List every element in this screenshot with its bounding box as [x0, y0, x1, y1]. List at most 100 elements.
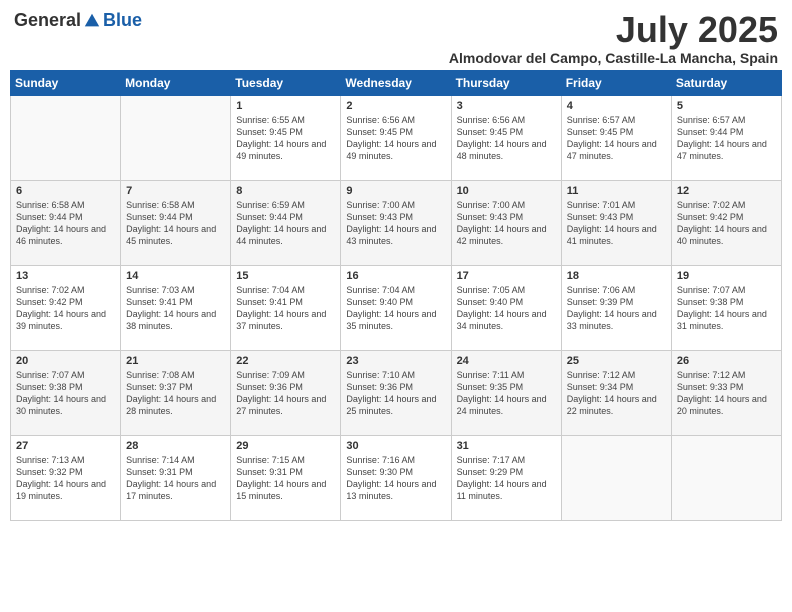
logo-general: General — [14, 10, 81, 31]
day-info: Sunrise: 7:16 AM Sunset: 9:30 PM Dayligh… — [346, 454, 445, 503]
calendar-cell — [121, 95, 231, 180]
logo-icon — [83, 12, 101, 30]
calendar-cell: 17Sunrise: 7:05 AM Sunset: 9:40 PM Dayli… — [451, 265, 561, 350]
calendar-cell: 16Sunrise: 7:04 AM Sunset: 9:40 PM Dayli… — [341, 265, 451, 350]
day-info: Sunrise: 7:12 AM Sunset: 9:33 PM Dayligh… — [677, 369, 776, 418]
calendar-cell: 7 Sunrise: 6:58 AM Sunset: 9:44 PM Daylig… — [121, 180, 231, 265]
day-number: 13 — [16, 270, 115, 282]
calendar-cell: 4 Sunrise: 6:57 AM Sunset: 9:45 PM Daylig… — [561, 95, 671, 180]
calendar-cell: 15 Sunrise: 7:04 AM Sunset: 9:41 PM Dayli… — [231, 265, 341, 350]
calendar-cell: 10 Sunrise: 7:00 AM Sunset: 9:43 PM Dayli… — [451, 180, 561, 265]
month-title: July 2025 — [449, 10, 778, 50]
weekday-header-monday: Monday — [121, 70, 231, 95]
day-info: Sunrise: 6:58 AM Sunset: 9:44 PM Dayligh… — [16, 199, 115, 248]
calendar-cell: 8Sunrise: 6:59 AM Sunset: 9:44 PM Daylig… — [231, 180, 341, 265]
day-info: Sunrise: 7:17 AM Sunset: 9:29 PM Dayligh… — [457, 454, 556, 503]
calendar-cell: 21 Sunrise: 7:08 AM Sunset: 9:37 PM Dayli… — [121, 350, 231, 435]
day-info: Sunrise: 7:02 AM Sunset: 9:42 PM Dayligh… — [677, 199, 776, 248]
calendar-cell: 14 Sunrise: 7:03 AM Sunset: 9:41 PM Dayli… — [121, 265, 231, 350]
day-info: Sunrise: 7:07 AM Sunset: 9:38 PM Dayligh… — [677, 284, 776, 333]
calendar-cell: 6Sunrise: 6:58 AM Sunset: 9:44 PM Daylig… — [11, 180, 121, 265]
day-number: 26 — [677, 355, 776, 367]
day-info: Sunrise: 6:55 AM Sunset: 9:45 PM Dayligh… — [236, 114, 335, 163]
day-info: Sunrise: 7:01 AM Sunset: 9:43 PM Dayligh… — [567, 199, 666, 248]
day-info: Sunrise: 7:00 AM Sunset: 9:43 PM Dayligh… — [457, 199, 556, 248]
day-number: 10 — [457, 185, 556, 197]
calendar-cell: 24Sunrise: 7:11 AM Sunset: 9:35 PM Dayli… — [451, 350, 561, 435]
logo-blue: Blue — [103, 10, 142, 31]
calendar-cell — [671, 435, 781, 520]
day-number: 19 — [677, 270, 776, 282]
day-info: Sunrise: 7:11 AM Sunset: 9:35 PM Dayligh… — [457, 369, 556, 418]
day-info: Sunrise: 7:14 AM Sunset: 9:31 PM Dayligh… — [126, 454, 225, 503]
day-number: 25 — [567, 355, 666, 367]
calendar-week-row: 1 Sunrise: 6:55 AM Sunset: 9:45 PM Daylig… — [11, 95, 782, 180]
day-info: Sunrise: 7:03 AM Sunset: 9:41 PM Dayligh… — [126, 284, 225, 333]
logo: General Blue — [14, 10, 142, 31]
weekday-header-friday: Friday — [561, 70, 671, 95]
location-title: Almodovar del Campo, Castille-La Mancha,… — [449, 50, 778, 66]
day-number: 11 — [567, 185, 666, 197]
day-info: Sunrise: 6:57 AM Sunset: 9:45 PM Dayligh… — [567, 114, 666, 163]
calendar-cell: 29Sunrise: 7:15 AM Sunset: 9:31 PM Dayli… — [231, 435, 341, 520]
day-number: 23 — [346, 355, 445, 367]
day-info: Sunrise: 6:57 AM Sunset: 9:44 PM Dayligh… — [677, 114, 776, 163]
calendar-cell: 9 Sunrise: 7:00 AM Sunset: 9:43 PM Daylig… — [341, 180, 451, 265]
day-number: 5 — [677, 100, 776, 112]
day-info: Sunrise: 7:02 AM Sunset: 9:42 PM Dayligh… — [16, 284, 115, 333]
calendar-week-row: 6Sunrise: 6:58 AM Sunset: 9:44 PM Daylig… — [11, 180, 782, 265]
weekday-header-tuesday: Tuesday — [231, 70, 341, 95]
calendar-cell: 3 Sunrise: 6:56 AM Sunset: 9:45 PM Daylig… — [451, 95, 561, 180]
weekday-header-row: SundayMondayTuesdayWednesdayThursdayFrid… — [11, 70, 782, 95]
weekday-header-saturday: Saturday — [671, 70, 781, 95]
title-block: July 2025 Almodovar del Campo, Castille-… — [449, 10, 778, 66]
day-info: Sunrise: 7:13 AM Sunset: 9:32 PM Dayligh… — [16, 454, 115, 503]
calendar-cell: 27 Sunrise: 7:13 AM Sunset: 9:32 PM Dayli… — [11, 435, 121, 520]
calendar-cell: 1 Sunrise: 6:55 AM Sunset: 9:45 PM Daylig… — [231, 95, 341, 180]
calendar-cell: 18Sunrise: 7:06 AM Sunset: 9:39 PM Dayli… — [561, 265, 671, 350]
day-info: Sunrise: 7:07 AM Sunset: 9:38 PM Dayligh… — [16, 369, 115, 418]
day-info: Sunrise: 6:58 AM Sunset: 9:44 PM Dayligh… — [126, 199, 225, 248]
day-number: 29 — [236, 440, 335, 452]
day-number: 1 — [236, 100, 335, 112]
day-info: Sunrise: 7:04 AM Sunset: 9:41 PM Dayligh… — [236, 284, 335, 333]
day-info: Sunrise: 7:12 AM Sunset: 9:34 PM Dayligh… — [567, 369, 666, 418]
calendar-cell — [11, 95, 121, 180]
day-number: 30 — [346, 440, 445, 452]
day-number: 15 — [236, 270, 335, 282]
calendar-week-row: 13 Sunrise: 7:02 AM Sunset: 9:42 PM Dayli… — [11, 265, 782, 350]
day-number: 3 — [457, 100, 556, 112]
day-info: Sunrise: 7:09 AM Sunset: 9:36 PM Dayligh… — [236, 369, 335, 418]
day-number: 16 — [346, 270, 445, 282]
calendar-cell: 31Sunrise: 7:17 AM Sunset: 9:29 PM Dayli… — [451, 435, 561, 520]
day-number: 7 — [126, 185, 225, 197]
calendar-cell: 13 Sunrise: 7:02 AM Sunset: 9:42 PM Dayli… — [11, 265, 121, 350]
calendar-cell: 28Sunrise: 7:14 AM Sunset: 9:31 PM Dayli… — [121, 435, 231, 520]
weekday-header-thursday: Thursday — [451, 70, 561, 95]
calendar-cell: 12Sunrise: 7:02 AM Sunset: 9:42 PM Dayli… — [671, 180, 781, 265]
day-number: 22 — [236, 355, 335, 367]
day-number: 27 — [16, 440, 115, 452]
calendar-week-row: 27 Sunrise: 7:13 AM Sunset: 9:32 PM Dayli… — [11, 435, 782, 520]
calendar-cell: 11 Sunrise: 7:01 AM Sunset: 9:43 PM Dayli… — [561, 180, 671, 265]
calendar-cell: 5 Sunrise: 6:57 AM Sunset: 9:44 PM Daylig… — [671, 95, 781, 180]
calendar-week-row: 20Sunrise: 7:07 AM Sunset: 9:38 PM Dayli… — [11, 350, 782, 435]
day-info: Sunrise: 7:00 AM Sunset: 9:43 PM Dayligh… — [346, 199, 445, 248]
day-info: Sunrise: 6:56 AM Sunset: 9:45 PM Dayligh… — [346, 114, 445, 163]
calendar-cell: 2Sunrise: 6:56 AM Sunset: 9:45 PM Daylig… — [341, 95, 451, 180]
day-number: 18 — [567, 270, 666, 282]
day-number: 21 — [126, 355, 225, 367]
calendar-cell: 20Sunrise: 7:07 AM Sunset: 9:38 PM Dayli… — [11, 350, 121, 435]
day-number: 4 — [567, 100, 666, 112]
calendar-cell: 19 Sunrise: 7:07 AM Sunset: 9:38 PM Dayli… — [671, 265, 781, 350]
day-number: 14 — [126, 270, 225, 282]
day-info: Sunrise: 7:05 AM Sunset: 9:40 PM Dayligh… — [457, 284, 556, 333]
calendar-cell: 22 Sunrise: 7:09 AM Sunset: 9:36 PM Dayli… — [231, 350, 341, 435]
day-number: 9 — [346, 185, 445, 197]
day-number: 8 — [236, 185, 335, 197]
day-info: Sunrise: 7:10 AM Sunset: 9:36 PM Dayligh… — [346, 369, 445, 418]
calendar-cell: 23 Sunrise: 7:10 AM Sunset: 9:36 PM Dayli… — [341, 350, 451, 435]
day-info: Sunrise: 6:56 AM Sunset: 9:45 PM Dayligh… — [457, 114, 556, 163]
calendar-cell: 30 Sunrise: 7:16 AM Sunset: 9:30 PM Dayli… — [341, 435, 451, 520]
day-info: Sunrise: 7:08 AM Sunset: 9:37 PM Dayligh… — [126, 369, 225, 418]
